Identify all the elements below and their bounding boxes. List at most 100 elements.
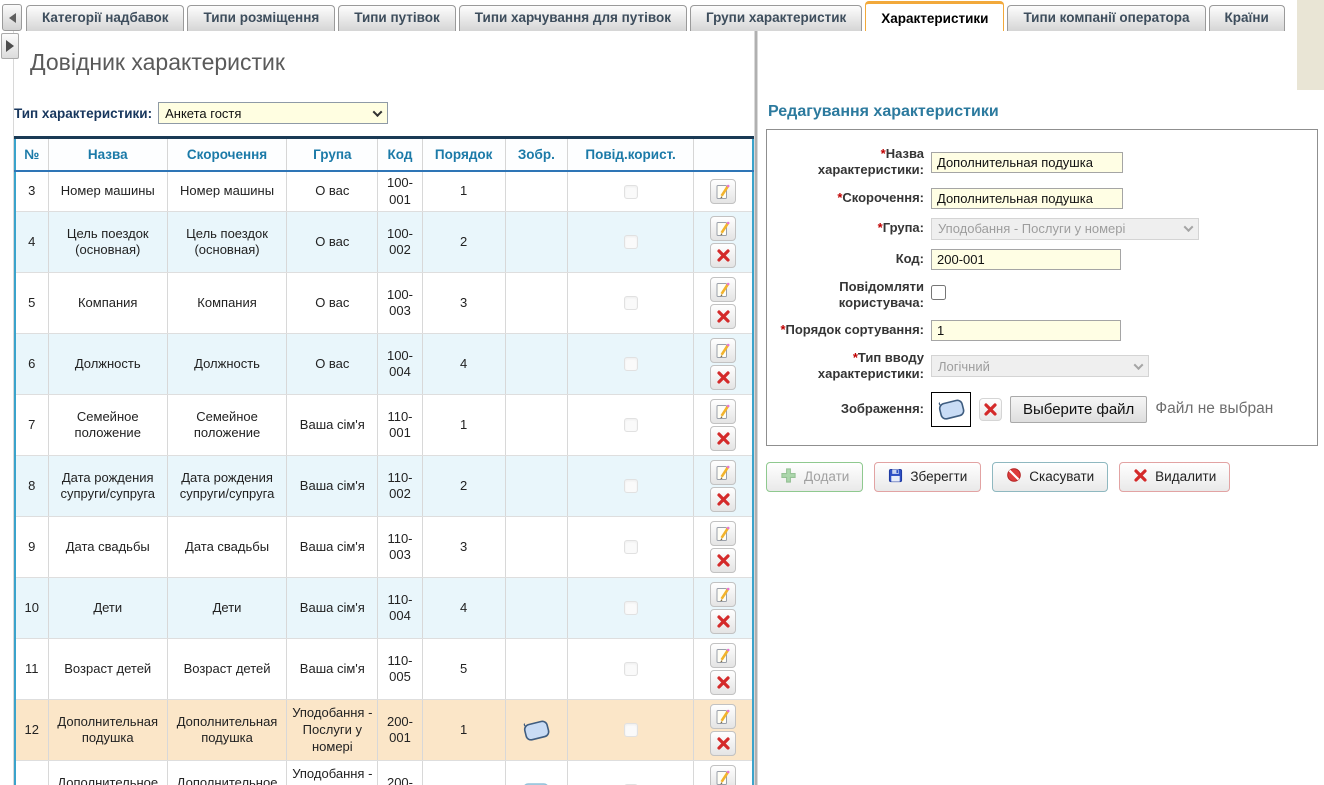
- cell-code: 200-001: [378, 700, 422, 761]
- delete-row-button[interactable]: [710, 670, 736, 695]
- right-arrow-icon: [6, 40, 14, 52]
- cell-number: 13: [15, 761, 48, 785]
- panel-left-border: [13, 31, 14, 785]
- table-row[interactable]: 3Номер машиныНомер машиныО вас100-0011: [15, 171, 753, 212]
- tab-типи-компанії-оператора[interactable]: Типи компанії оператора: [1007, 5, 1205, 31]
- edit-row-button[interactable]: [710, 765, 736, 785]
- cell-order: 2: [422, 761, 505, 785]
- cell-code: 100-001: [378, 171, 422, 212]
- cell-order: 1: [422, 395, 505, 456]
- delete-row-button[interactable]: [710, 609, 736, 634]
- notify-checkbox-disabled: [624, 296, 638, 310]
- tab-країни[interactable]: Країни: [1209, 5, 1285, 31]
- cell-image: [505, 578, 567, 639]
- cell-code: 110-004: [378, 578, 422, 639]
- code-field[interactable]: [931, 249, 1121, 270]
- cell-group: О вас: [287, 334, 378, 395]
- table-row[interactable]: 9Дата свадьбыДата свадьбыВаша сім'я110-0…: [15, 517, 753, 578]
- tabs-container: Категорії надбавокТипи розміщенняТипи пу…: [26, 1, 1324, 31]
- cell-short-name: Дата свадьбы: [167, 517, 286, 578]
- pillow-icon: [520, 722, 552, 737]
- cell-number: 3: [15, 171, 48, 212]
- cell-order: 1: [422, 171, 505, 212]
- sort-order-field[interactable]: [931, 320, 1121, 341]
- tab-типи-харчування-для-путівок[interactable]: Типи харчування для путівок: [459, 5, 687, 31]
- delete-icon: [1133, 468, 1148, 486]
- characteristic-type-select[interactable]: Анкета гостя: [158, 102, 388, 124]
- notify-user-checkbox[interactable]: [931, 285, 946, 300]
- cell-short-name: Семейное положение: [167, 395, 286, 456]
- tab-категорії-надбавок[interactable]: Категорії надбавок: [26, 5, 184, 31]
- tab-типи-розміщення[interactable]: Типи розміщення: [187, 5, 335, 31]
- cell-notify-user: [567, 395, 693, 456]
- table-row[interactable]: 6ДолжностьДолжностьО вас100-0044: [15, 334, 753, 395]
- cell-actions: [694, 517, 753, 578]
- left-arrow-icon: [9, 13, 16, 23]
- cell-order: 2: [422, 456, 505, 517]
- collapse-panel-button[interactable]: [1, 33, 19, 59]
- name-field[interactable]: [931, 152, 1123, 173]
- remove-image-button[interactable]: [979, 398, 1002, 421]
- cell-image: [505, 456, 567, 517]
- delete-row-button[interactable]: [710, 365, 736, 390]
- cell-code: 110-003: [378, 517, 422, 578]
- delete-row-button[interactable]: [710, 548, 736, 573]
- cancel-action-button[interactable]: Скасувати: [992, 462, 1108, 492]
- table-row[interactable]: 5КомпанияКомпанияО вас100-0033: [15, 273, 753, 334]
- chevron-down-icon: [373, 107, 383, 117]
- delete-row-button[interactable]: [710, 304, 736, 329]
- delete-row-button[interactable]: [710, 487, 736, 512]
- chevron-down-icon: [1134, 360, 1144, 370]
- cell-notify-user: [567, 273, 693, 334]
- delete-row-button[interactable]: [710, 426, 736, 451]
- cell-number: 11: [15, 639, 48, 700]
- cell-actions: [694, 395, 753, 456]
- tab-strip: Категорії надбавокТипи розміщенняТипи пу…: [0, 0, 1324, 31]
- cell-code: 100-004: [378, 334, 422, 395]
- cell-order: 3: [422, 517, 505, 578]
- delete-row-button[interactable]: [710, 731, 736, 756]
- table-row[interactable]: 10ДетиДетиВаша сім'я110-0044: [15, 578, 753, 639]
- edit-row-button[interactable]: [710, 338, 736, 363]
- table-row[interactable]: 13Дополнительное одеялоДополнительное од…: [15, 761, 753, 785]
- edit-row-button[interactable]: [710, 460, 736, 485]
- edit-row-button[interactable]: [710, 643, 736, 668]
- cell-actions: [694, 456, 753, 517]
- cell-number: 12: [15, 700, 48, 761]
- edit-row-button[interactable]: [710, 277, 736, 302]
- save-action-button[interactable]: Зберегти: [874, 462, 981, 492]
- editor-form: *Назва характеристики: *Скорочення: *Гру…: [766, 129, 1318, 446]
- edit-row-button[interactable]: [710, 216, 736, 241]
- cell-number: 7: [15, 395, 48, 456]
- scroll-tabs-left-button[interactable]: [2, 4, 22, 31]
- tab-типи-путівок[interactable]: Типи путівок: [338, 5, 456, 31]
- characteristic-type-value: Анкета гостя: [165, 106, 241, 121]
- cell-number: 10: [15, 578, 48, 639]
- short-name-field[interactable]: [931, 188, 1123, 209]
- table-row[interactable]: 7Семейное положениеСемейное положениеВаш…: [15, 395, 753, 456]
- cell-notify-user: [567, 171, 693, 212]
- cell-code: 100-003: [378, 273, 422, 334]
- notify-checkbox-disabled: [624, 357, 638, 371]
- cell-actions: [694, 761, 753, 785]
- tab-групи-характеристик[interactable]: Групи характеристик: [690, 5, 862, 31]
- chevron-down-icon: [1184, 222, 1194, 232]
- cell-number: 9: [15, 517, 48, 578]
- edit-row-button[interactable]: [710, 179, 736, 204]
- table-row[interactable]: 11Возраст детейВозраст детейВаша сім'я11…: [15, 639, 753, 700]
- table-row[interactable]: 12Дополнительная подушкаДополнительная п…: [15, 700, 753, 761]
- edit-row-button[interactable]: [710, 521, 736, 546]
- order-field-label: *Порядок сортування:: [773, 322, 931, 338]
- edit-row-button[interactable]: [710, 399, 736, 424]
- cell-image: [505, 171, 567, 212]
- table-row[interactable]: 4Цель поездок (основная)Цель поездок (ос…: [15, 212, 753, 273]
- tab-характеристики[interactable]: Характеристики: [865, 1, 1004, 31]
- edit-row-button[interactable]: [710, 704, 736, 729]
- edit-row-button[interactable]: [710, 582, 736, 607]
- cell-name: Дата рождения супруги/супруга: [48, 456, 167, 517]
- table-row[interactable]: 8Дата рождения супруги/супругаДата рожде…: [15, 456, 753, 517]
- delete-action-button[interactable]: Видалити: [1119, 462, 1230, 492]
- choose-file-button[interactable]: Выберите файл: [1010, 396, 1147, 423]
- delete-row-button[interactable]: [710, 243, 736, 268]
- button-label: Видалити: [1155, 469, 1216, 484]
